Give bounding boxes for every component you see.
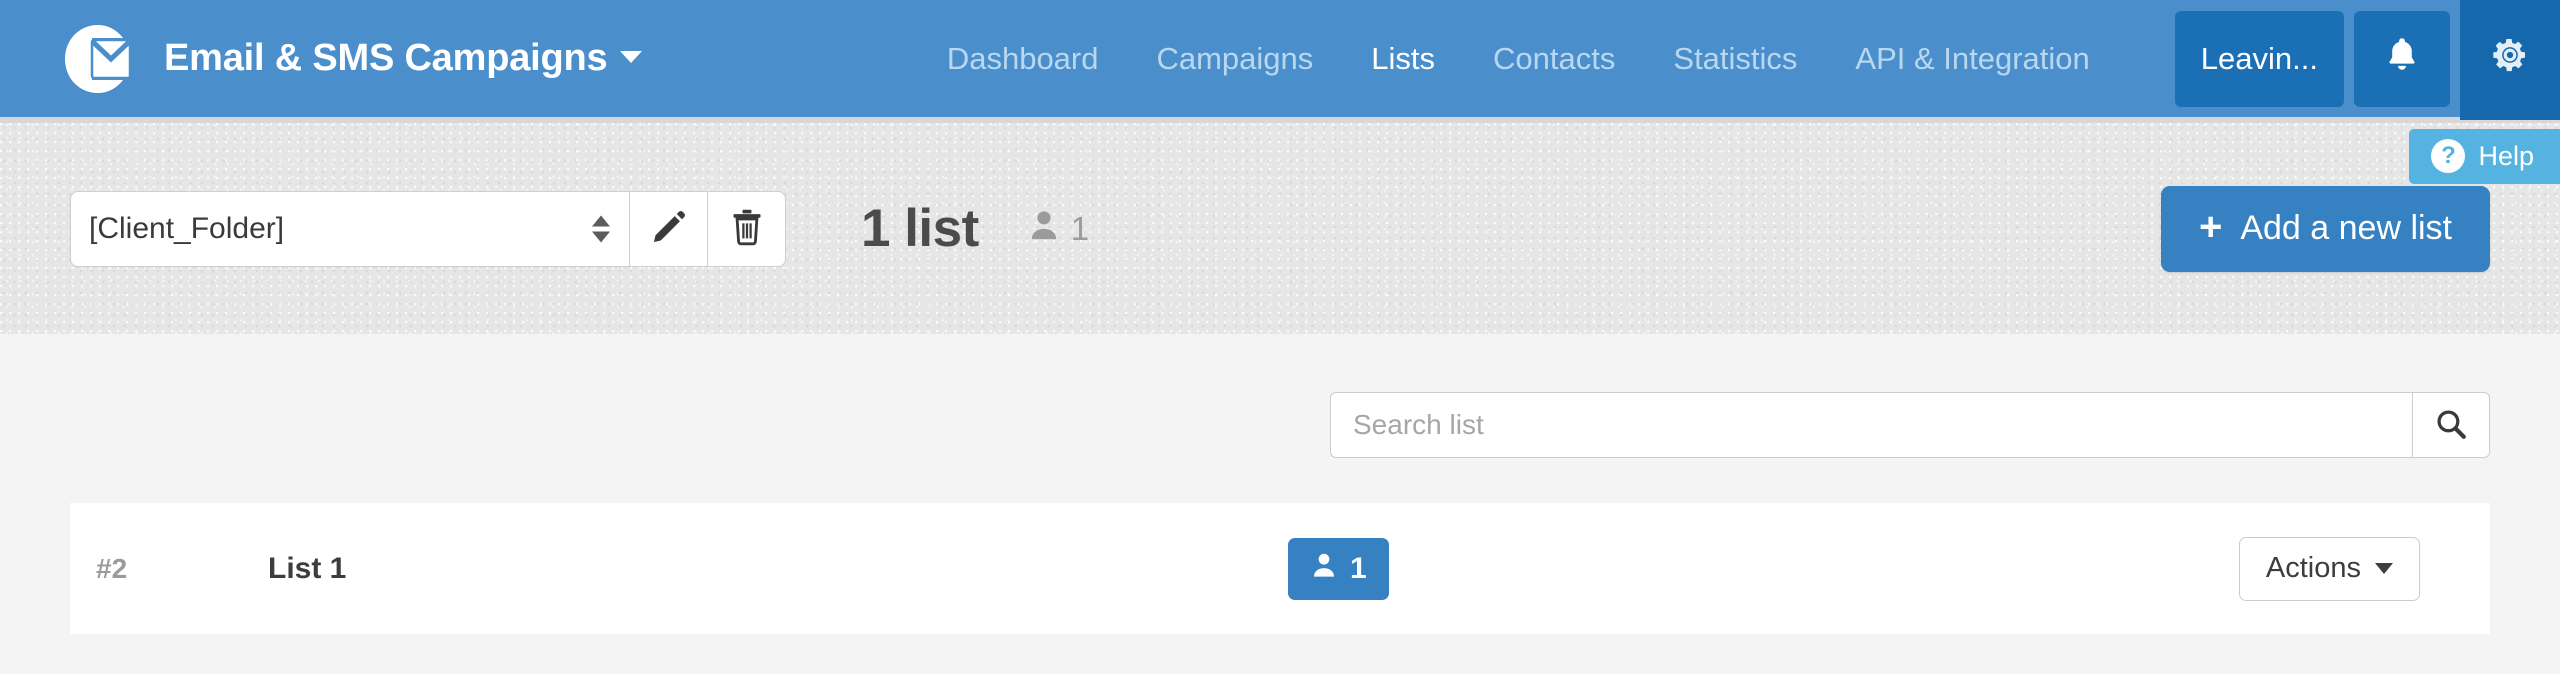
add-new-list-label: Add a new list xyxy=(2240,209,2452,247)
folder-select-wrap: [Client_Folder] xyxy=(70,190,630,267)
add-new-list-button[interactable]: + Add a new list xyxy=(2160,185,2490,272)
person-icon xyxy=(1027,208,1061,250)
row-subscribers-cell: 1 xyxy=(1288,537,1688,600)
brand-title-text: Email & SMS Campaigns xyxy=(164,37,608,79)
nav-link-contacts[interactable]: Contacts xyxy=(1464,0,1644,120)
magnifier-icon xyxy=(2434,407,2468,444)
nav-link-statistics[interactable]: Statistics xyxy=(1644,0,1826,120)
row-actions-label: Actions xyxy=(2265,552,2361,584)
primary-nav: Dashboard Campaigns Lists Contacts Stati… xyxy=(918,0,2119,120)
row-actions-cell: Actions xyxy=(2238,536,2490,601)
leaving-button[interactable]: Leavin... xyxy=(2174,10,2344,107)
search-group xyxy=(1330,392,2490,458)
nav-link-dashboard[interactable]: Dashboard xyxy=(918,0,1128,120)
question-mark-circle-icon: ? xyxy=(2431,139,2466,173)
total-contacts: 1 xyxy=(1027,208,1089,250)
row-rank: #2 xyxy=(96,552,128,584)
folder-controls: [Client_Folder] xyxy=(70,190,786,267)
row-actions-dropdown[interactable]: Actions xyxy=(2238,536,2420,601)
table-row[interactable]: #2 List 1 1 Actions xyxy=(70,503,2490,634)
gear-icon xyxy=(2490,35,2530,83)
help-tab-label: Help xyxy=(2478,140,2534,171)
notifications-button[interactable] xyxy=(2354,10,2450,107)
subscribers-badge[interactable]: 1 xyxy=(1288,537,1389,600)
top-navbar: Email & SMS Campaigns Dashboard Campaign… xyxy=(0,0,2560,184)
navbar-actions: Leavin... xyxy=(2174,0,2560,120)
pencil-icon xyxy=(650,208,688,249)
folder-select[interactable]: [Client_Folder] xyxy=(70,190,630,267)
caret-down-icon xyxy=(2375,563,2393,574)
search-row xyxy=(70,334,2490,458)
edit-folder-button[interactable] xyxy=(630,190,708,267)
nav-link-lists[interactable]: Lists xyxy=(1342,0,1464,120)
row-list-name: List 1 xyxy=(268,551,347,585)
list-count-heading: 1 list 1 xyxy=(861,198,1089,259)
search-submit-button[interactable] xyxy=(2412,392,2490,458)
brand-area[interactable]: Email & SMS Campaigns xyxy=(0,23,643,95)
content-area: #2 List 1 1 Actions xyxy=(0,334,2560,668)
nav-link-campaigns[interactable]: Campaigns xyxy=(1127,0,1342,120)
trash-icon xyxy=(729,207,765,250)
help-tab[interactable]: ? Help xyxy=(2409,129,2560,184)
total-contacts-count: 1 xyxy=(1070,209,1090,247)
settings-button[interactable] xyxy=(2460,0,2560,120)
person-icon xyxy=(1310,551,1338,587)
subscribers-count: 1 xyxy=(1350,551,1367,585)
bell-icon xyxy=(2384,36,2420,82)
chevron-down-icon[interactable] xyxy=(620,50,643,63)
envelope-circle-logo-icon xyxy=(62,23,134,95)
delete-folder-button[interactable] xyxy=(708,190,786,267)
subheader-toolbar: [Client_Folder] 1 list 1 + Add a new lis… xyxy=(0,123,2560,334)
page-title: 1 list xyxy=(861,199,979,258)
search-input[interactable] xyxy=(1330,392,2412,458)
plus-icon: + xyxy=(2198,204,2223,249)
brand-title: Email & SMS Campaigns xyxy=(164,37,643,80)
nav-link-api-integration[interactable]: API & Integration xyxy=(1826,0,2118,120)
